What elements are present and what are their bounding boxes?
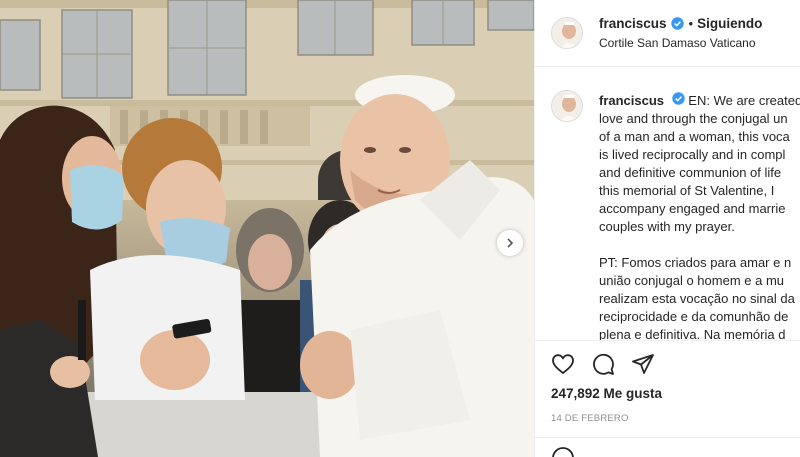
avatar-image (552, 18, 582, 48)
post-date[interactable]: 14 DE FEBRERO (551, 413, 800, 424)
post-photo[interactable] (0, 0, 534, 457)
caption-text: franciscus EN: We are created love and t… (599, 92, 800, 340)
paper-plane-icon[interactable] (631, 352, 655, 376)
caption-line: EN: We are created (688, 93, 800, 108)
carousel-next-button[interactable] (497, 230, 523, 256)
separator-dot: • (688, 16, 694, 31)
verified-badge-icon (671, 92, 685, 105)
caption-line: this memorial of St Valentine, I (599, 183, 775, 198)
caption-line: plena e definitiva. Na memória d (599, 327, 786, 340)
caption-line: love and through the conjugal un (599, 111, 788, 126)
caption-line: união conjugal o homem e a mu (599, 273, 785, 288)
caption-line: PT: Fomos criados para amar e n (599, 255, 792, 270)
caption-line: and definitive communion of life (599, 165, 782, 180)
caption-line: accompany engaged and marrie (599, 201, 786, 216)
caption-line: of a man and a woman, this voca (599, 129, 790, 144)
avatar[interactable] (551, 17, 583, 49)
caption-username-link[interactable]: franciscus (599, 93, 664, 108)
emoji-icon[interactable] (551, 446, 575, 457)
caption: franciscus EN: We are created love and t… (551, 90, 800, 340)
caption-line: realizam esta vocação no sinal da (599, 291, 795, 306)
caption-line: is lived reciprocally and in compl (599, 147, 786, 162)
caption-en: franciscus EN: We are created love and t… (599, 92, 800, 236)
post-header: franciscus • Siguiendo Cortile San Damas… (535, 0, 800, 67)
caption-pt: PT: Fomos criados para amar e n união co… (599, 254, 800, 340)
verified-badge-icon (670, 17, 684, 30)
caption-avatar[interactable] (551, 90, 583, 122)
comment-icon[interactable] (591, 352, 615, 376)
avatar-image (552, 91, 582, 121)
following-button[interactable]: Siguiendo (697, 16, 762, 31)
username-link[interactable]: franciscus (599, 16, 667, 31)
location-link[interactable]: Cortile San Damaso Vaticano (599, 36, 762, 50)
caption-line: reciprocidade e da comunhão de (599, 309, 789, 324)
chevron-right-icon (507, 238, 514, 248)
comment-bar (535, 437, 800, 457)
like-count[interactable]: 247,892 Me gusta (551, 386, 800, 401)
post-sidebar: franciscus • Siguiendo Cortile San Damas… (534, 0, 800, 457)
caption-line: couples with my prayer. (599, 219, 735, 234)
photo-illustration (0, 0, 534, 457)
action-bar: 247,892 Me gusta 14 DE FEBRERO (535, 340, 800, 457)
heart-icon[interactable] (551, 352, 575, 376)
